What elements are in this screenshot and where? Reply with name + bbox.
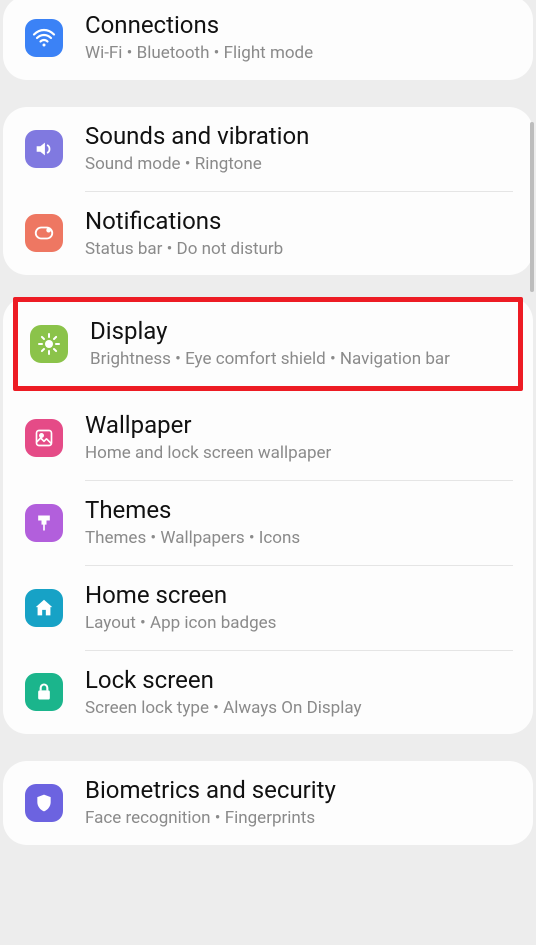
settings-item-sounds[interactable]: Sounds and vibration Sound mode • Ringto… bbox=[3, 107, 533, 191]
notification-icon bbox=[25, 214, 63, 252]
settings-item-homescreen[interactable]: Home screen Layout • App icon badges bbox=[3, 566, 533, 650]
wifi-icon bbox=[25, 19, 63, 57]
settings-item-lockscreen[interactable]: Lock screen Screen lock type • Always On… bbox=[3, 651, 533, 735]
item-subtitle: Status bar • Do not disturb bbox=[85, 238, 523, 262]
settings-item-display[interactable]: Display Brightness • Eye comfort shield … bbox=[18, 302, 518, 386]
item-subtitle: Home and lock screen wallpaper bbox=[85, 442, 523, 466]
settings-item-connections[interactable]: Connections Wi-Fi • Bluetooth • Flight m… bbox=[3, 0, 533, 80]
item-subtitle: Wi-Fi • Bluetooth • Flight mode bbox=[85, 42, 523, 66]
settings-group: Biometrics and security Face recognition… bbox=[3, 761, 533, 845]
settings-group: Sounds and vibration Sound mode • Ringto… bbox=[3, 107, 533, 276]
settings-item-notifications[interactable]: Notifications Status bar • Do not distur… bbox=[3, 192, 533, 276]
settings-group: Connections Wi-Fi • Bluetooth • Flight m… bbox=[3, 0, 533, 80]
shield-icon bbox=[25, 784, 63, 822]
scroll-indicator[interactable] bbox=[530, 122, 534, 292]
item-subtitle: Brightness • Eye comfort shield • Naviga… bbox=[90, 348, 508, 372]
item-title: Notifications bbox=[85, 206, 523, 236]
item-title: Home screen bbox=[85, 580, 523, 610]
item-title: Display bbox=[90, 316, 508, 346]
highlight-box: Display Brightness • Eye comfort shield … bbox=[13, 297, 523, 391]
item-title: Lock screen bbox=[85, 665, 523, 695]
item-subtitle: Layout • App icon badges bbox=[85, 612, 523, 636]
home-icon bbox=[25, 589, 63, 627]
brush-icon bbox=[25, 504, 63, 542]
item-subtitle: Screen lock type • Always On Display bbox=[85, 697, 523, 721]
speaker-icon bbox=[25, 130, 63, 168]
item-subtitle: Themes • Wallpapers • Icons bbox=[85, 527, 523, 551]
item-title: Biometrics and security bbox=[85, 775, 523, 805]
item-subtitle: Sound mode • Ringtone bbox=[85, 153, 523, 177]
settings-item-biometrics[interactable]: Biometrics and security Face recognition… bbox=[3, 761, 533, 845]
item-title: Sounds and vibration bbox=[85, 121, 523, 151]
settings-item-themes[interactable]: Themes Themes • Wallpapers • Icons bbox=[3, 481, 533, 565]
lock-icon bbox=[25, 673, 63, 711]
item-subtitle: Face recognition • Fingerprints bbox=[85, 807, 523, 831]
settings-item-wallpaper[interactable]: Wallpaper Home and lock screen wallpaper bbox=[3, 396, 533, 480]
item-title: Wallpaper bbox=[85, 410, 523, 440]
picture-icon bbox=[25, 419, 63, 457]
sun-icon bbox=[30, 325, 68, 363]
settings-group: Display Brightness • Eye comfort shield … bbox=[3, 297, 533, 734]
item-title: Connections bbox=[85, 10, 523, 40]
item-title: Themes bbox=[85, 495, 523, 525]
